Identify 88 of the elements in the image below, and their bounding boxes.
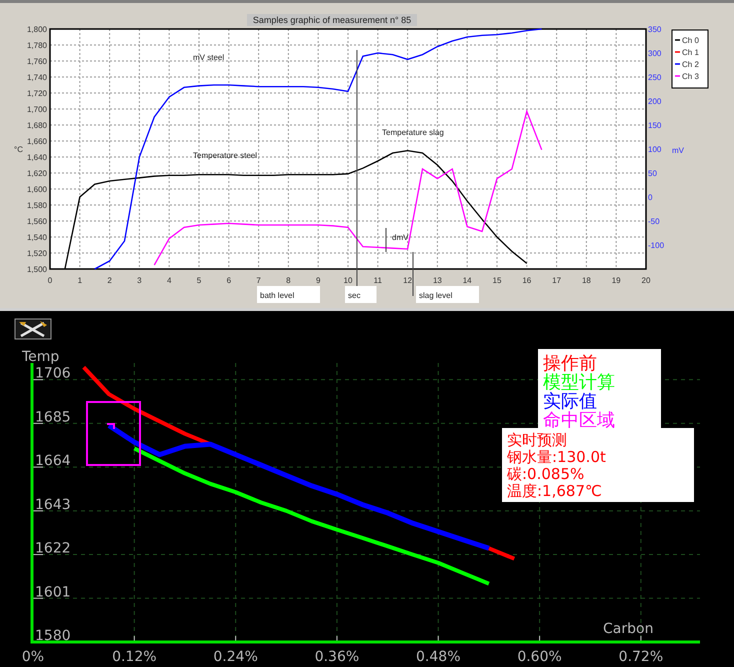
axis-tick-label: 1622 xyxy=(35,540,71,557)
axis-tick-label: 1,580 xyxy=(26,201,47,210)
axis-label: Temp xyxy=(22,349,60,365)
axis-tick-label: 1,560 xyxy=(26,217,47,226)
axis-tick-label: 1 xyxy=(78,276,82,285)
axis-label: °C xyxy=(14,145,23,154)
axis-tick-label: 13 xyxy=(432,276,442,285)
axis-tick-label: 0.24% xyxy=(213,649,258,665)
axis-tick-label: 14 xyxy=(462,276,472,285)
axis-tick-label: 1,680 xyxy=(26,121,47,130)
axis-tick-label: 5 xyxy=(196,276,202,285)
axis-tick-label: 1,800 xyxy=(26,26,47,34)
axis-tick-label: 1,700 xyxy=(26,105,47,114)
axis-tick-label: 1,660 xyxy=(26,137,47,146)
axis-tick-label: 17 xyxy=(552,276,562,285)
axis-tick-label: 3 xyxy=(137,276,142,285)
axis-tick-label: 1706 xyxy=(35,366,71,382)
axis-tick-label: 4 xyxy=(166,276,172,285)
axis-tick-label: 0% xyxy=(22,649,44,665)
axis-tick-label: 1,740 xyxy=(26,73,47,82)
axis-tick-label: 19 xyxy=(612,276,621,285)
axis-tick-label: 1580 xyxy=(35,628,71,644)
annotation-label: Temperature steel xyxy=(193,151,258,160)
axis-tick-label: 10 xyxy=(344,276,352,285)
axis-tick-label: 1,720 xyxy=(26,89,47,98)
annotation-label: mV steel xyxy=(193,53,224,62)
axis-tick-label: 1,780 xyxy=(26,41,47,50)
axis-tick-label: 0.48% xyxy=(416,649,460,665)
axis-tick-label: -100 xyxy=(648,241,664,250)
axis-tick-label: 0 xyxy=(48,276,52,285)
axis-tick-label: 0 xyxy=(648,193,652,202)
axis-tick-label: 1664 xyxy=(35,453,71,470)
axis-tick-label: 2 xyxy=(107,276,112,285)
tools-icon[interactable] xyxy=(14,318,52,340)
axis-tick-label: 1,600 xyxy=(26,185,47,194)
axis-label: mV xyxy=(672,146,684,155)
axis-tick-label: 6 xyxy=(226,276,232,285)
axis-tick-label: 16 xyxy=(522,276,532,285)
axis-tick-label: 8 xyxy=(286,276,291,285)
axis-tick-label: 20 xyxy=(642,276,650,285)
legend-label: 命中区域 xyxy=(543,410,615,431)
axis-tick-label: 1,640 xyxy=(26,153,47,162)
axis-tick-label: 7 xyxy=(256,276,261,285)
axis-tick-label: 300 xyxy=(648,49,662,58)
info-text: 温度:1,687℃ xyxy=(507,482,602,500)
axis-tick-label: 12 xyxy=(403,276,412,285)
axis-tick-label: 350 xyxy=(648,26,662,34)
marker-label: slag level xyxy=(419,291,452,300)
legend-label: 操作前 xyxy=(543,353,597,374)
axis-tick-label: 1643 xyxy=(35,496,71,513)
axis-tick-label: 1,540 xyxy=(26,233,47,242)
axis-tick-label: 100 xyxy=(648,145,662,154)
axis-tick-label: 18 xyxy=(582,276,591,285)
annotation-label: dmV xyxy=(392,233,408,242)
axis-tick-label: 0.72% xyxy=(618,649,664,665)
axis-tick-label: 1601 xyxy=(35,584,71,600)
axis-tick-label: 1685 xyxy=(35,409,71,426)
marker-label: sec xyxy=(348,291,360,300)
info-text: 钢水量:130.0t xyxy=(507,448,606,466)
info-text: 碳:0.085% xyxy=(507,465,584,483)
legend-box xyxy=(672,30,708,88)
info-text: 实时预测 xyxy=(507,431,567,449)
axis-tick-label: 0.36% xyxy=(314,649,360,665)
axis-tick-label: 1,520 xyxy=(26,249,47,258)
axis-tick-label: 0.12% xyxy=(112,649,157,665)
legend-label: Ch 0 xyxy=(682,36,699,45)
axis-tick-label: 0.60% xyxy=(517,649,562,665)
annotation-label: Temperature slag xyxy=(382,128,444,137)
axis-tick-label: 9 xyxy=(316,276,320,285)
axis-tick-label: -50 xyxy=(648,217,660,226)
legend-label: Ch 3 xyxy=(682,72,699,81)
axis-tick-label: 1,500 xyxy=(26,265,47,274)
marker-line xyxy=(412,252,414,296)
legend-label: Ch 2 xyxy=(682,60,699,69)
axis-tick-label: 1,620 xyxy=(26,169,47,178)
legend-label: Ch 1 xyxy=(682,48,699,57)
axis-tick-label: 150 xyxy=(648,121,662,130)
axis-tick-label: 15 xyxy=(492,276,502,285)
axis-label: Carbon xyxy=(603,621,654,637)
chart-title: Samples graphic of measurement n° 85 xyxy=(246,14,418,26)
axis-tick-label: 1,760 xyxy=(26,57,47,66)
legend-label: 实际值 xyxy=(543,391,597,412)
axis-tick-label: 250 xyxy=(648,73,662,82)
axis-tick-label: 11 xyxy=(374,276,382,285)
axis-tick-label: 200 xyxy=(648,97,662,106)
legend-label: 模型计算 xyxy=(543,372,615,393)
marker-label: bath level xyxy=(260,291,294,300)
axis-tick-label: 50 xyxy=(648,169,657,178)
